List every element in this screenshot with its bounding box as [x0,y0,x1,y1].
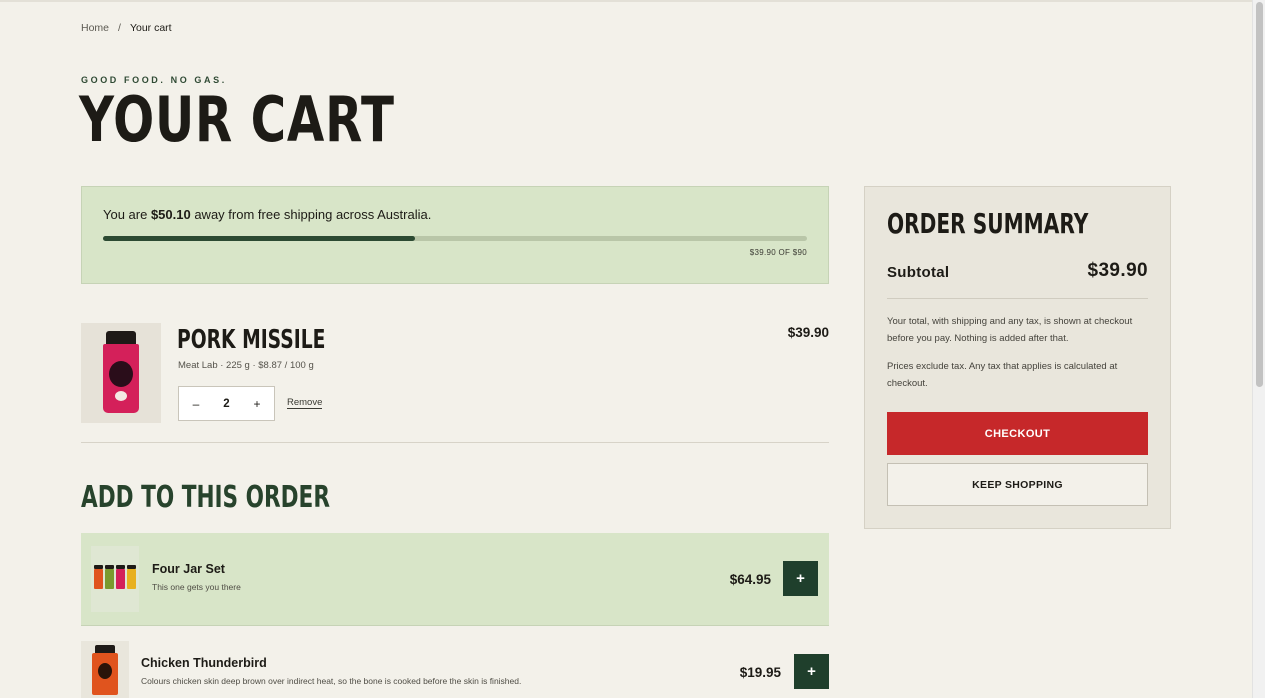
add-to-order-button[interactable]: + [794,654,829,689]
order-summary-panel: ORDER SUMMARY Subtotal $39.90 Your total… [864,186,1171,529]
shipping-suffix: away from free shipping across Australia… [190,207,432,222]
breadcrumb-separator: / [118,22,121,34]
upsell-item: Chicken Thunderbird Colours chicken skin… [81,626,829,698]
shipping-prefix: You are [103,207,151,222]
shipping-amount: $50.10 [150,207,191,222]
upsell-description: Colours chicken skin deep brown over ind… [141,676,522,686]
free-shipping-banner: You are $50.10 away from free shipping a… [81,186,829,284]
top-border [0,0,1252,2]
increment-button[interactable]: + [248,397,266,411]
subtotal-value: $39.90 [1087,260,1148,281]
product-name[interactable]: PORK MISSILE [177,325,325,355]
breadcrumb-current: Your cart [129,22,172,34]
subtotal-label: Subtotal [887,264,950,281]
page-title: YOUR CART [79,83,395,156]
jar-icon [116,565,125,589]
jar-icon [91,644,119,695]
jar-icon [101,331,141,415]
shipping-progress-bar [103,236,807,241]
shipping-progress-label: $39.90 OF $90 [749,248,807,257]
product-price: $39.90 [787,325,829,340]
upsell-price: $64.95 [729,572,771,587]
keep-shopping-button[interactable]: KEEP SHOPPING [887,463,1148,506]
upsell-price: $19.95 [739,665,781,680]
chicken-thunderbird-image[interactable] [81,641,129,698]
jar-icon [105,565,114,589]
decrement-button[interactable]: – [187,397,205,411]
tax-note: Prices exclude tax. Any tax that applies… [887,361,1118,389]
quantity-value[interactable]: 2 [223,398,229,410]
jar-icon [127,565,136,589]
add-to-order-button[interactable]: + [783,561,818,596]
four-jar-set-image[interactable] [91,546,139,612]
breadcrumb: Home / Your cart [81,22,172,34]
shipping-message: You are $50.10 away from free shipping a… [103,207,431,222]
upsell-heading: ADD TO THIS ORDER [81,480,330,515]
order-summary-title: ORDER SUMMARY [887,207,1089,240]
product-meta: Meat Lab · 225 g · $8.87 / 100 g [178,360,314,371]
cart-item: PORK MISSILE $39.90 Meat Lab · 225 g · $… [81,323,829,443]
total-note: Your total, with shipping and any tax, i… [887,316,1133,344]
summary-divider [887,298,1148,299]
upsell-description: This one gets you there [152,582,241,592]
product-image[interactable] [81,323,161,423]
upsell-item: Four Jar Set This one gets you there $64… [81,533,829,626]
upsell-name[interactable]: Chicken Thunderbird [141,656,267,670]
jar-icon [94,565,103,589]
remove-link[interactable]: Remove [287,397,323,410]
upsell-name[interactable]: Four Jar Set [152,562,225,576]
shipping-progress-fill [103,236,416,241]
quantity-stepper: – 2 + [178,386,275,421]
scrollbar-thumb[interactable] [1256,2,1263,387]
scrollbar[interactable] [1252,0,1265,698]
checkout-button[interactable]: CHECKOUT [887,412,1148,455]
breadcrumb-home-link[interactable]: Home [81,22,109,34]
